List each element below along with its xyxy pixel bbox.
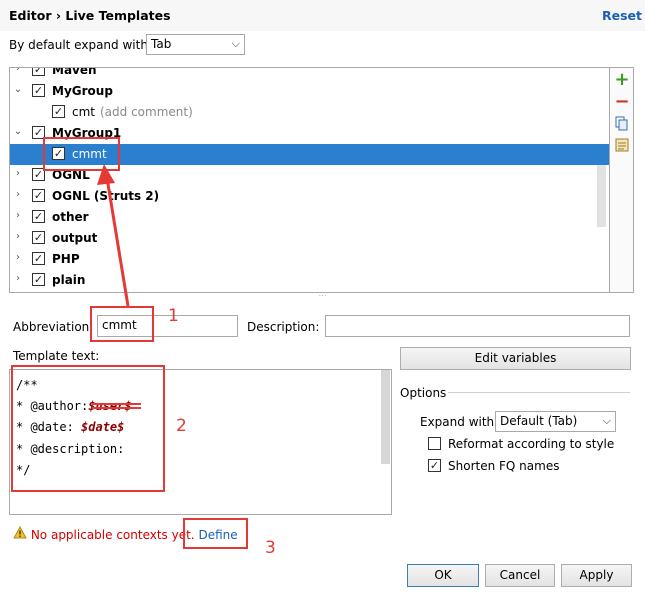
- annotation-number-2: 2: [176, 416, 187, 436]
- annotation-number-1: 1: [168, 306, 179, 326]
- annotation-arrow: [92, 164, 141, 409]
- annotation-number-3: 3: [265, 538, 276, 558]
